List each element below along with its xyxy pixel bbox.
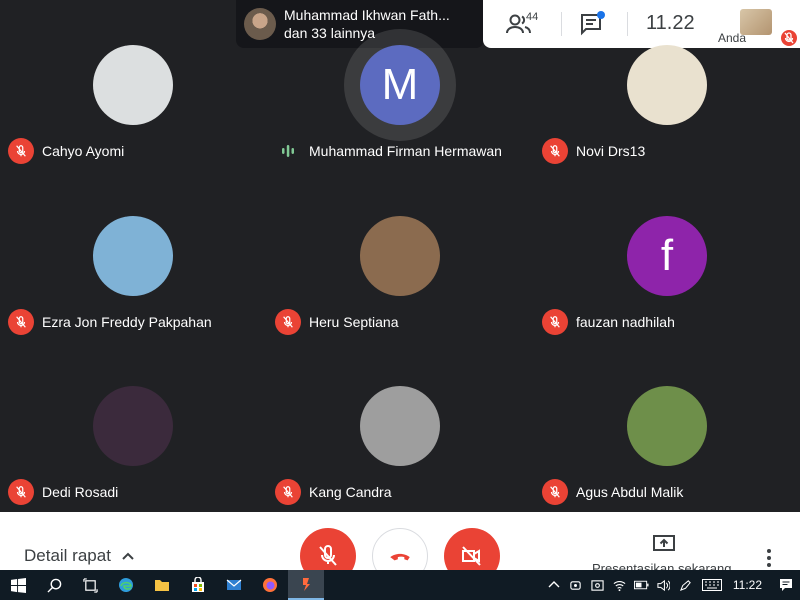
participant-tile[interactable]: Heru Septiana (267, 171, 533, 341)
show-hidden-icons-button[interactable] (543, 570, 565, 600)
participant-avatar (93, 216, 173, 296)
battery-button[interactable] (631, 570, 653, 600)
start-button[interactable] (0, 570, 36, 600)
edge-taskbar-button[interactable] (108, 570, 144, 600)
muted-mic-icon (8, 479, 34, 505)
tray-app-button[interactable] (587, 570, 609, 600)
task-view-button[interactable] (72, 570, 108, 600)
mail-taskbar-button[interactable] (216, 570, 252, 600)
participant-tile[interactable]: M Muhammad Firman Hermawan (267, 0, 533, 170)
volume-button[interactable] (653, 570, 675, 600)
mic-off-icon (319, 545, 337, 566)
app-icon (303, 578, 310, 591)
participant-tile[interactable]: Agus Abdul Malik (534, 341, 800, 511)
participant-tile[interactable]: f fauzan nadhilah (534, 171, 800, 341)
wifi-button[interactable] (609, 570, 631, 600)
participant-avatar (360, 216, 440, 296)
participant-tile[interactable]: Novi Drs13 (534, 0, 800, 170)
participant-name: fauzan nadhilah (576, 314, 675, 330)
participant-name: Ezra Jon Freddy Pakpahan (42, 314, 212, 330)
hang-up-icon (390, 553, 410, 561)
participant-tile[interactable]: Cahyo Ayomi (0, 0, 266, 170)
windows-taskbar: 11:22 (0, 570, 800, 600)
mail-icon (226, 579, 242, 590)
present-screen-icon[interactable] (652, 534, 676, 554)
tray-app-button[interactable] (565, 570, 587, 600)
muted-mic-icon (542, 309, 568, 335)
edge-browser-icon (119, 578, 133, 592)
windows-logo-icon (10, 577, 26, 593)
active-app-taskbar-button[interactable] (288, 570, 324, 600)
meeting-details-label: Detail rapat (24, 546, 111, 565)
meeting-details-button[interactable]: Detail rapat (24, 546, 135, 566)
muted-mic-icon (8, 138, 34, 164)
store-taskbar-button[interactable] (180, 570, 216, 600)
touch-keyboard-button[interactable] (697, 570, 727, 600)
pen-workspace-button[interactable] (675, 570, 697, 600)
action-center-button[interactable] (772, 570, 800, 600)
participant-name: Cahyo Ayomi (42, 143, 125, 159)
chevron-up-icon (122, 552, 134, 560)
more-options-icon[interactable] (766, 548, 772, 568)
chevron-up-icon (548, 581, 560, 588)
device-icon (570, 580, 582, 590)
camera-tray-icon (591, 579, 604, 591)
participant-tile[interactable]: Kang Candra (267, 341, 533, 511)
battery-icon (634, 580, 649, 590)
participant-avatar (360, 386, 440, 466)
participant-avatar: f (627, 216, 707, 296)
firefox-taskbar-button[interactable] (252, 570, 288, 600)
file-explorer-taskbar-button[interactable] (144, 570, 180, 600)
muted-mic-icon (275, 309, 301, 335)
speaking-indicator-icon (275, 138, 301, 164)
wifi-icon (613, 580, 626, 591)
participant-avatar (627, 45, 707, 125)
participant-tile[interactable]: Ezra Jon Freddy Pakpahan (0, 171, 266, 341)
participant-name: Muhammad Firman Hermawan (309, 143, 502, 159)
muted-mic-icon (542, 479, 568, 505)
muted-mic-icon (542, 138, 568, 164)
participant-avatar: M (360, 45, 440, 125)
participant-name: Agus Abdul Malik (576, 484, 684, 500)
firefox-icon (263, 578, 277, 592)
store-bag-icon (192, 577, 204, 592)
participant-name: Heru Septiana (309, 314, 399, 330)
participant-avatar (627, 386, 707, 466)
folder-icon (155, 580, 169, 591)
participant-avatar (93, 45, 173, 125)
participant-tile[interactable]: Dedi Rosadi (0, 341, 266, 511)
video-off-icon (462, 546, 481, 566)
notification-icon (780, 579, 792, 591)
participant-name: Novi Drs13 (576, 143, 646, 159)
participant-name: Dedi Rosadi (42, 484, 119, 500)
pen-icon (680, 579, 692, 591)
muted-mic-icon (8, 309, 34, 335)
participant-name: Kang Candra (309, 484, 392, 500)
search-icon (46, 578, 61, 593)
participant-avatar (93, 386, 173, 466)
speaker-icon (657, 579, 671, 591)
meeting-controls-bar: Detail rapat Presentasikan sekarang (0, 512, 800, 584)
muted-mic-icon (275, 479, 301, 505)
search-button[interactable] (36, 570, 72, 600)
taskbar-clock[interactable]: 11:22 (733, 578, 762, 592)
system-tray: 11:22 (543, 570, 800, 600)
task-view-icon (82, 577, 98, 593)
keyboard-icon (701, 579, 722, 591)
